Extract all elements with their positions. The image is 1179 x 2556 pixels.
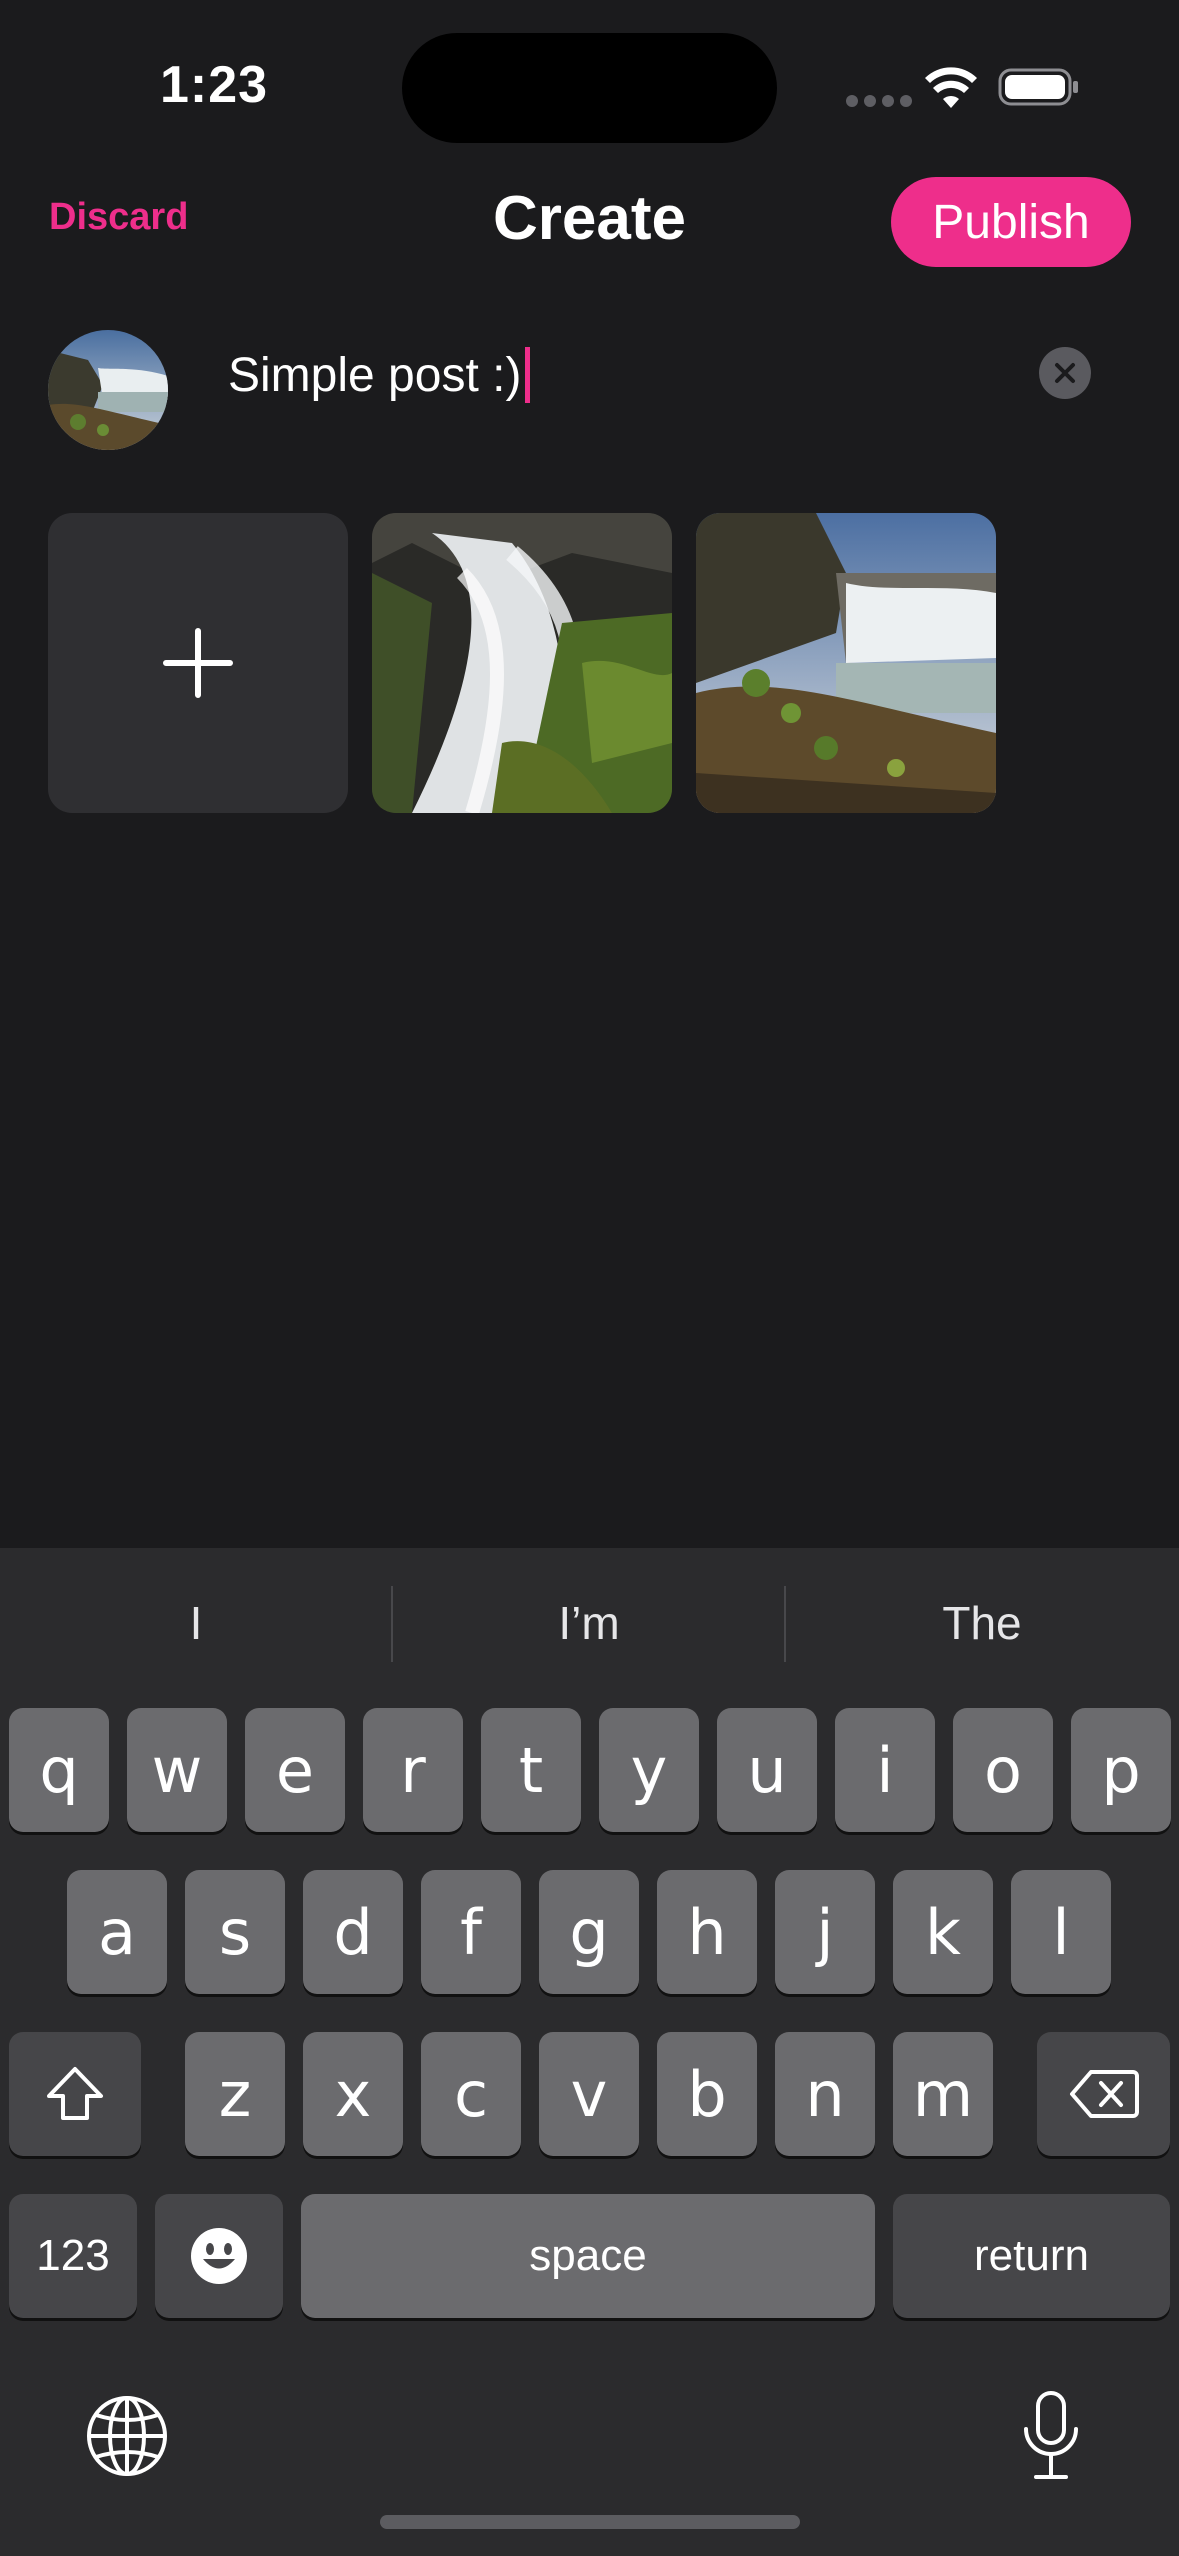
signal-icon: [846, 95, 912, 107]
clear-icon: [1055, 363, 1075, 383]
dynamic-island: [402, 33, 777, 143]
key-m[interactable]: m: [893, 2032, 993, 2156]
key-e[interactable]: e: [245, 1708, 345, 1832]
status-time: 1:23: [160, 56, 269, 114]
waterfall-landscape-image: [696, 513, 996, 813]
return-key[interactable]: return: [893, 2194, 1170, 2318]
key-q[interactable]: q: [9, 1708, 109, 1832]
key-b[interactable]: b: [657, 2032, 757, 2156]
key-i[interactable]: i: [835, 1708, 935, 1832]
key-j[interactable]: j: [775, 1870, 875, 1994]
key-y[interactable]: y: [599, 1708, 699, 1832]
add-media-button[interactable]: [48, 513, 348, 813]
key-r[interactable]: r: [363, 1708, 463, 1832]
wifi-icon: [925, 67, 977, 108]
post-text-input[interactable]: Simple post :): [228, 340, 531, 410]
media-thumbnail-waterfall-landscape[interactable]: [696, 513, 996, 813]
clear-text-button[interactable]: [1039, 347, 1091, 399]
delete-key[interactable]: [1037, 2032, 1170, 2156]
key-h[interactable]: h: [657, 1870, 757, 1994]
globe-icon[interactable]: [84, 2393, 170, 2479]
post-text: Simple post :): [228, 348, 522, 402]
suggestion-3[interactable]: The: [786, 1588, 1178, 1658]
suggestion-2[interactable]: I’m: [393, 1588, 785, 1658]
key-s[interactable]: s: [185, 1870, 285, 1994]
battery-icon: [998, 68, 1078, 106]
key-v[interactable]: v: [539, 2032, 639, 2156]
shift-icon: [47, 2067, 103, 2120]
numbers-key[interactable]: 123: [9, 2194, 137, 2318]
suggestion-bar: I I’m The: [0, 1548, 1179, 1698]
key-d[interactable]: d: [303, 1870, 403, 1994]
key-n[interactable]: n: [775, 2032, 875, 2156]
plus-icon: [163, 628, 233, 698]
publish-button[interactable]: Publish: [891, 177, 1131, 267]
key-x[interactable]: x: [303, 2032, 403, 2156]
key-l[interactable]: l: [1011, 1870, 1111, 1994]
avatar: [48, 330, 168, 450]
shift-key[interactable]: [9, 2032, 141, 2156]
microphone-icon[interactable]: [1020, 2389, 1082, 2485]
space-key[interactable]: space: [301, 2194, 875, 2318]
emoji-icon: [191, 2228, 247, 2284]
suggestion-1[interactable]: I: [0, 1588, 392, 1658]
key-u[interactable]: u: [717, 1708, 817, 1832]
status-bar: 1:23: [0, 0, 1179, 160]
emoji-key[interactable]: [155, 2194, 283, 2318]
key-a[interactable]: a: [67, 1870, 167, 1994]
key-o[interactable]: o: [953, 1708, 1053, 1832]
key-c[interactable]: c: [421, 2032, 521, 2156]
key-f[interactable]: f: [421, 1870, 521, 1994]
key-k[interactable]: k: [893, 1870, 993, 1994]
key-z[interactable]: z: [185, 2032, 285, 2156]
media-thumbnail-waterfall-closeup[interactable]: [372, 513, 672, 813]
key-t[interactable]: t: [481, 1708, 581, 1832]
delete-icon: [1069, 2070, 1139, 2118]
key-p[interactable]: p: [1071, 1708, 1171, 1832]
key-g[interactable]: g: [539, 1870, 639, 1994]
key-w[interactable]: w: [127, 1708, 227, 1832]
text-caret: [525, 347, 531, 403]
home-indicator: [380, 2515, 800, 2529]
avatar-image: [48, 330, 168, 450]
waterfall-closeup-image: [372, 513, 672, 813]
